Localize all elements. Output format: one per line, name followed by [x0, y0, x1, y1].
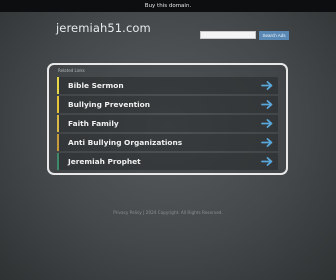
search-button[interactable]: Search Ads [259, 31, 289, 40]
related-link-label: Bullying Prevention [68, 100, 151, 109]
arrow-right-icon [261, 100, 273, 109]
site-domain-title: jeremiah51.com [56, 21, 151, 35]
arrow-right-icon [261, 81, 273, 90]
buy-domain-link[interactable]: Buy this domain. [145, 3, 191, 9]
search-input[interactable] [200, 31, 256, 39]
arrow-right-icon [261, 119, 273, 128]
arrow-right-icon [261, 157, 273, 166]
related-link-item[interactable]: Anti Bullying Organizations [57, 134, 278, 151]
related-links-list: Bible Sermon Bullying Prevention Faith F… [57, 77, 278, 172]
related-link-label: Faith Family [68, 119, 119, 128]
top-bar: Buy this domain. [0, 0, 336, 12]
related-link-item[interactable]: Bullying Prevention [57, 96, 278, 113]
related-link-item[interactable]: Faith Family [57, 115, 278, 132]
related-link-item[interactable]: Bible Sermon [57, 77, 278, 94]
related-link-item[interactable]: Jeremiah Prophet [57, 153, 278, 170]
related-link-label: Bible Sermon [68, 81, 124, 90]
related-links-heading: Related Links [58, 68, 85, 73]
related-link-label: Anti Bullying Organizations [68, 138, 183, 147]
arrow-right-icon [261, 138, 273, 147]
related-link-label: Jeremiah Prophet [68, 157, 141, 166]
footer-text: Privacy Policy | 2024 Copyright. All Rig… [113, 210, 223, 215]
